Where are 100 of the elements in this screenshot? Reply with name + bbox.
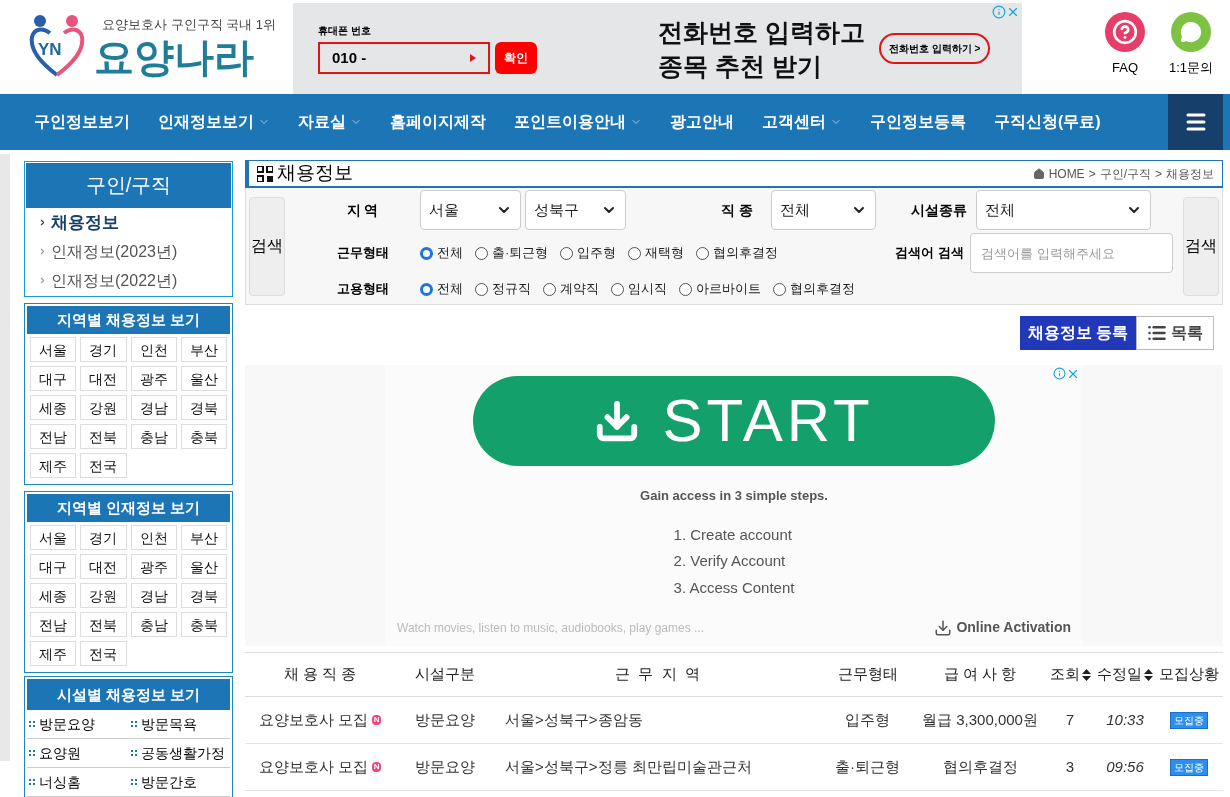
- region-link[interactable]: 충남: [130, 424, 177, 449]
- ad-cta-button[interactable]: 전화번호 입력하기 >: [878, 33, 991, 64]
- nav-item[interactable]: 홈페이지제작: [382, 94, 494, 150]
- region-link[interactable]: 충북: [180, 612, 227, 637]
- menu-button[interactable]: [1168, 94, 1223, 150]
- region-link[interactable]: 서울: [30, 525, 77, 550]
- nav-item[interactable]: 인재정보보기: [150, 94, 278, 150]
- facility-link[interactable]: 너싱홈: [27, 768, 129, 797]
- ad-info-icon[interactable]: [992, 5, 1006, 19]
- region-link[interactable]: 전북: [80, 424, 127, 449]
- nav-item[interactable]: 구인정보보기: [26, 94, 138, 150]
- radio-option[interactable]: 출·퇴근형: [475, 243, 549, 263]
- list-button[interactable]: 목록: [1136, 316, 1214, 350]
- ad-info-icon[interactable]: [1053, 367, 1066, 380]
- facility-link[interactable]: 요양원: [27, 739, 129, 768]
- register-button[interactable]: 채용정보 등록: [1019, 316, 1136, 350]
- region-link[interactable]: 광주: [130, 554, 177, 579]
- region-link[interactable]: 전남: [30, 424, 77, 449]
- facility-select[interactable]: 전체: [976, 190, 1151, 230]
- region-link[interactable]: 세종: [30, 583, 77, 608]
- region-link[interactable]: 충북: [180, 424, 227, 449]
- region-link[interactable]: 대구: [30, 366, 77, 391]
- region-link[interactable]: 전북: [80, 612, 127, 637]
- radio-option[interactable]: 협의후결정: [696, 243, 779, 263]
- table-cell-text: 방문요양: [414, 709, 476, 730]
- help-icon: [1105, 12, 1145, 52]
- region-link[interactable]: 제주: [30, 641, 77, 666]
- region-link[interactable]: 부산: [180, 525, 227, 550]
- region-link[interactable]: 경기: [80, 337, 127, 362]
- confirm-button[interactable]: 확인: [495, 42, 537, 74]
- radio-option[interactable]: 재택형: [628, 243, 685, 263]
- logo-text[interactable]: 요양나라: [94, 34, 277, 79]
- radio-option[interactable]: 전체: [420, 243, 463, 263]
- region-link[interactable]: 세종: [30, 395, 77, 420]
- breadcrumb-link[interactable]: 채용정보: [1166, 164, 1214, 183]
- region-link[interactable]: 대구: [30, 554, 77, 579]
- breadcrumb-link[interactable]: 구인/구직: [1099, 164, 1151, 183]
- region-link[interactable]: 전국: [80, 641, 127, 666]
- facility-link[interactable]: 방문요양: [27, 710, 129, 739]
- region-link[interactable]: 경북: [180, 395, 227, 420]
- region-link[interactable]: 울산: [180, 366, 227, 391]
- activation-link[interactable]: Online Activation: [934, 617, 1071, 638]
- region-link[interactable]: 경남: [130, 583, 177, 608]
- radio-option[interactable]: 정규직: [475, 279, 531, 299]
- region-link[interactable]: 부산: [180, 337, 227, 362]
- job-select[interactable]: 전체: [771, 190, 876, 230]
- region-link[interactable]: 강원: [80, 583, 127, 608]
- region-select[interactable]: 성북구: [525, 190, 626, 230]
- breadcrumb-link[interactable]: HOME: [1048, 164, 1085, 183]
- quick-link[interactable]: FAQ: [1102, 12, 1148, 94]
- nav-item[interactable]: 고객센터: [754, 94, 850, 150]
- radio-option[interactable]: 아르바이트: [679, 279, 761, 299]
- region-link[interactable]: 서울: [30, 337, 77, 362]
- region-link[interactable]: 경기: [80, 525, 127, 550]
- region-link[interactable]: 전국: [80, 453, 127, 478]
- sidebar-item[interactable]: 인재정보(2023년): [26, 237, 231, 266]
- quick-link[interactable]: 1:1문의: [1168, 12, 1214, 94]
- search-button[interactable]: 검색: [249, 196, 285, 296]
- region-link[interactable]: 충남: [130, 612, 177, 637]
- ad-headline: 종목 추천 받기: [658, 50, 823, 82]
- sidebar-item[interactable]: 인재정보(2022년): [26, 266, 231, 295]
- keyword-field[interactable]: 검색어를 입력해주세요: [970, 233, 1173, 273]
- region-link[interactable]: 경남: [130, 395, 177, 420]
- facility-link[interactable]: 방문목욕: [128, 710, 230, 739]
- region-link[interactable]: 인천: [130, 525, 177, 550]
- nav-item[interactable]: 구인정보등록: [862, 94, 974, 150]
- nav-item[interactable]: 포인트이용안내: [506, 94, 650, 150]
- table-cell-text: 협의후결정: [941, 756, 1019, 777]
- job-title-link[interactable]: 요양보호사 모집: [258, 708, 368, 732]
- region-link[interactable]: 대전: [80, 554, 127, 579]
- search-button[interactable]: 검색: [1183, 196, 1219, 296]
- radio-option[interactable]: 임시직: [611, 279, 667, 299]
- region-link[interactable]: 울산: [180, 554, 227, 579]
- bullet-icon: [130, 721, 137, 727]
- nav-item[interactable]: 광고안내: [662, 94, 742, 150]
- region-link[interactable]: 강원: [80, 395, 127, 420]
- column-header[interactable]: 조회: [1045, 663, 1095, 686]
- facility-link[interactable]: 방문간호: [128, 768, 230, 797]
- facility-link[interactable]: 공동생활가정: [128, 739, 230, 768]
- region-link[interactable]: 대전: [80, 366, 127, 391]
- radio-option[interactable]: 계약직: [543, 279, 599, 299]
- region-link[interactable]: 광주: [130, 366, 177, 391]
- sidebar-item[interactable]: 채용정보: [26, 208, 231, 237]
- region-select[interactable]: 서울: [420, 190, 521, 230]
- region-link[interactable]: 인천: [130, 337, 177, 362]
- radio-option[interactable]: 협의후결정: [773, 279, 855, 299]
- ad-headline: 전화번호 입력하고: [658, 16, 865, 48]
- nav-item[interactable]: 자료실: [290, 94, 370, 150]
- close-icon[interactable]: [1066, 367, 1080, 381]
- region-link[interactable]: 제주: [30, 453, 77, 478]
- field-label: 검색어 검색: [895, 244, 965, 263]
- job-title-link[interactable]: 요양보호사 모집: [258, 755, 368, 779]
- region-link[interactable]: 전남: [30, 612, 77, 637]
- column-header[interactable]: 수정일: [1095, 663, 1155, 686]
- phone-field[interactable]: 010 -: [318, 42, 490, 74]
- radio-option[interactable]: 전체: [420, 279, 463, 299]
- radio-option[interactable]: 입주형: [560, 243, 617, 263]
- region-link[interactable]: 경북: [180, 583, 227, 608]
- nav-item[interactable]: 구직신청(무료): [986, 94, 1109, 150]
- close-icon[interactable]: [1006, 5, 1020, 19]
